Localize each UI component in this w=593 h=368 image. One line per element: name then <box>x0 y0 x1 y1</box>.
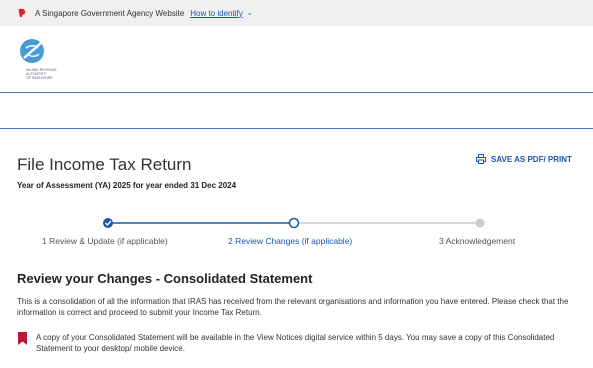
page-title: File Income Tax Return <box>17 155 192 174</box>
notice-text: A copy of your Consolidated Statement wi… <box>36 333 555 353</box>
printer-icon <box>476 154 486 164</box>
bookmark-icon <box>18 332 27 345</box>
step-2-current-icon <box>288 217 300 229</box>
chevron-down-icon[interactable]: ⌄ <box>247 9 253 17</box>
save-as-pdf-print-button[interactable]: SAVE AS PDF/ PRINT <box>476 154 572 164</box>
stepper-track <box>103 217 485 229</box>
year-of-assessment: Year of Assessment (YA) 2025 for year en… <box>17 181 237 190</box>
consolidation-description: This is a consolidation of all the infor… <box>17 297 569 317</box>
step-3-upcoming-icon <box>475 218 485 228</box>
header-divider-top <box>0 92 593 93</box>
how-to-identify-link[interactable]: How to identify <box>190 9 242 18</box>
step-3-label: 3 Acknowledgement <box>439 236 516 246</box>
gov-agency-text: A Singapore Government Agency Website <box>35 8 185 18</box>
section-heading: Review your Changes - Consolidated State… <box>17 271 313 286</box>
gov-masthead: A Singapore Government Agency Website Ho… <box>0 0 593 26</box>
notice-banner: A copy of your Consolidated Statement wi… <box>17 332 577 354</box>
logo-caption: INLAND REVENUE AUTHORITY OF SINGAPORE <box>26 68 57 80</box>
header-divider-bottom <box>0 128 593 129</box>
step-1-label: 1 Review & Update (if applicable) <box>42 236 168 246</box>
save-as-pdf-label: SAVE AS PDF/ PRINT <box>491 154 572 164</box>
step-1-completed-icon <box>103 218 113 228</box>
step-2-label: 2 Review Changes (if applicable) <box>228 236 353 246</box>
singapore-lion-icon <box>18 8 26 17</box>
progress-stepper: 1 Review & Update (if applicable) 2 Revi… <box>0 214 593 254</box>
